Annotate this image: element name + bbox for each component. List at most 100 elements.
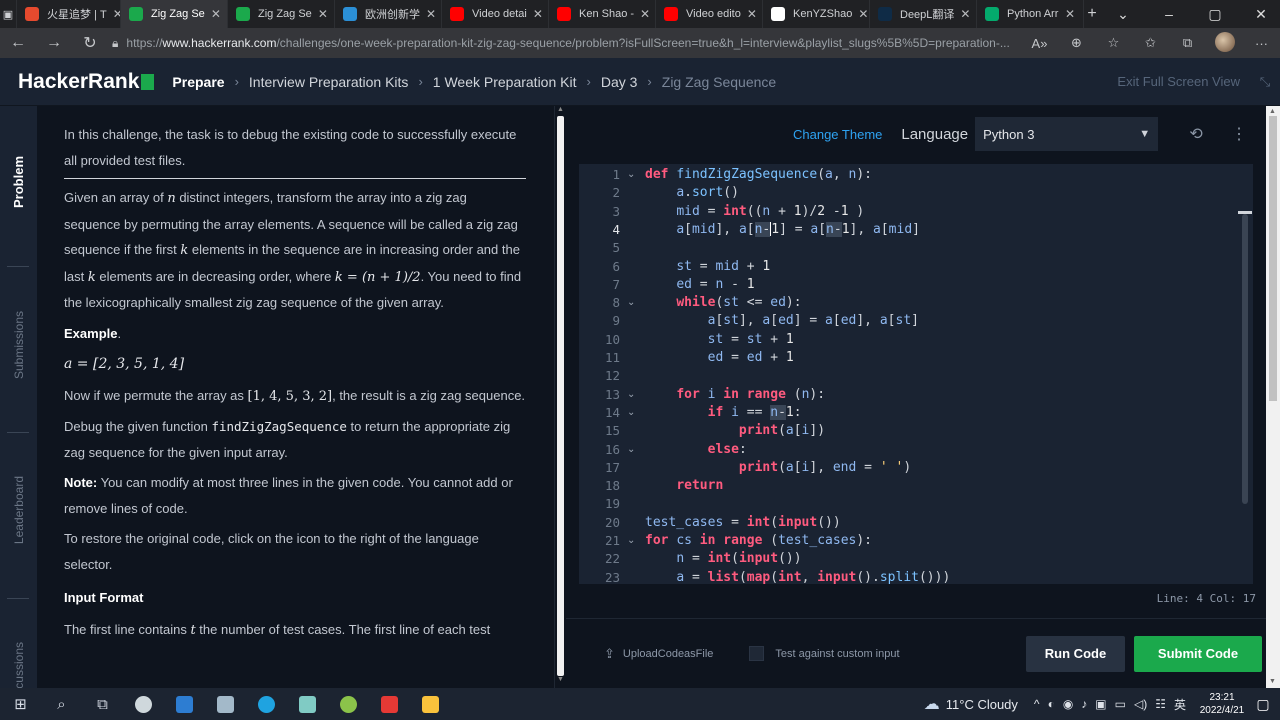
favorites-icon[interactable]: ✩ — [1132, 35, 1169, 51]
ime-indicator[interactable]: 英 — [1174, 696, 1186, 713]
more-menu-icon[interactable]: ··· — [1243, 36, 1280, 51]
browser-tab[interactable]: DeepL翻译 ✕ — [870, 0, 977, 28]
browser-tab[interactable]: 欧洲创新学 ✕ — [335, 0, 442, 28]
zoom-icon[interactable]: ⊕ — [1058, 35, 1095, 51]
refresh-button[interactable]: ↻ — [72, 33, 108, 53]
alien-app-icon[interactable] — [123, 688, 164, 720]
browser-tab[interactable]: Zig Zag Se ✕ — [228, 0, 335, 28]
hackerrank-logo[interactable]: HackerRank — [18, 70, 155, 94]
language-select[interactable]: Python 3 ▼ — [975, 117, 1159, 151]
close-tab-icon[interactable]: ✕ — [741, 7, 757, 21]
minimize-button[interactable]: – — [1146, 6, 1192, 23]
page-scrollbar[interactable]: ▲ ▼ — [1266, 106, 1280, 688]
tray-icon[interactable]: ◉ — [1063, 697, 1073, 711]
scroll-up-icon[interactable]: ▲ — [557, 106, 564, 113]
browser-tab[interactable]: KenYZShao ✕ — [763, 0, 870, 28]
fold-chevron-icon[interactable]: ⌄ — [627, 386, 637, 404]
browser-tab[interactable]: Zig Zag Se ✕ — [121, 0, 228, 28]
clock-date: 2022/4/21 — [1199, 705, 1245, 716]
problem-scrollbar[interactable]: ▲ ▼ — [554, 106, 566, 688]
fold-chevron-icon[interactable]: ⌄ — [627, 404, 637, 422]
browser-tab[interactable]: 火星追梦 | T✕ — [17, 0, 121, 28]
close-tab-icon[interactable]: ✕ — [420, 7, 436, 21]
scroll-down-icon[interactable]: ▼ — [557, 676, 564, 683]
close-tab-icon[interactable]: ✕ — [312, 7, 328, 21]
change-theme-link[interactable]: Change Theme — [793, 127, 882, 142]
app-icon[interactable] — [287, 688, 328, 720]
close-tab-icon[interactable]: ✕ — [852, 7, 868, 21]
tab-leaderboard[interactable]: Leaderboard — [0, 476, 37, 544]
maximize-button[interactable]: ▢ — [1192, 6, 1238, 23]
read-aloud-icon[interactable]: A» — [1021, 36, 1058, 51]
fold-chevron-icon[interactable]: ⌄ — [627, 532, 637, 550]
search-icon[interactable]: ⌕ — [41, 688, 82, 720]
scroll-up-icon[interactable]: ▲ — [1269, 108, 1276, 115]
edge-browser-icon[interactable] — [246, 688, 287, 720]
browser-tab[interactable]: Python Arr ✕ — [977, 0, 1084, 28]
forward-button[interactable]: → — [36, 34, 72, 52]
submit-code-button[interactable]: Submit Code — [1134, 635, 1262, 672]
back-button[interactable]: ← — [0, 34, 36, 52]
fold-chevron-icon[interactable]: ⌄ — [627, 294, 637, 312]
microphone-icon[interactable]: ♪ — [1081, 697, 1087, 711]
restore-code-icon[interactable]: ⟲ — [1178, 124, 1214, 144]
collections-icon[interactable]: ⧉ — [1169, 35, 1206, 51]
network-icon[interactable]: ☷ — [1155, 697, 1166, 711]
more-options-icon[interactable]: ⋮ — [1224, 124, 1254, 144]
fold-chevron-icon[interactable]: ⌄ — [627, 441, 637, 459]
collapse-icon[interactable]: ⤡ — [1250, 74, 1280, 90]
volume-icon[interactable]: ◁) — [1134, 697, 1147, 711]
close-tab-icon[interactable]: ✕ — [1059, 7, 1075, 21]
tab-discussions[interactable]: Discussions — [0, 642, 37, 688]
new-tab-button[interactable]: + — [1084, 0, 1100, 28]
upload-code-button[interactable]: ⇪ UploadCodeasFile — [604, 646, 713, 662]
code-editor[interactable]: 1 ⌄ 2 3 4 5 6 7 8 ⌄ 9 10 11 12 13 ⌄ 14 ⌄ 15 16 ⌄ 17 18 19 20 21 ⌄ 2… — [579, 164, 1253, 584]
scrollbar-thumb[interactable] — [1269, 116, 1277, 401]
exit-fullscreen-link[interactable]: Exit Full Screen View — [1117, 74, 1240, 89]
close-tab-icon[interactable]: ✕ — [954, 7, 970, 21]
scroll-down-icon[interactable]: ▼ — [1269, 678, 1276, 685]
add-favorite-icon[interactable]: ☆ — [1095, 35, 1132, 51]
custom-input-label[interactable]: Test against custom input — [775, 648, 899, 660]
editor-scrollbar[interactable] — [1238, 174, 1252, 504]
code-line-1: def findZigZagSequence(a, n): — [645, 167, 872, 182]
chevron-up-icon[interactable]: ^ — [1034, 697, 1040, 711]
app-icon[interactable] — [369, 688, 410, 720]
tab-submissions[interactable]: Submissions — [0, 311, 37, 379]
scrollbar-thumb[interactable] — [1242, 214, 1248, 504]
breadcrumb-prepare[interactable]: Prepare — [172, 74, 224, 90]
run-code-button[interactable]: Run Code — [1026, 635, 1125, 672]
app-icon[interactable] — [328, 688, 369, 720]
chevron-down-icon[interactable]: ⌄ — [1100, 6, 1146, 23]
weather-widget[interactable]: ☁ 11°C Cloudy — [924, 694, 1018, 714]
tab-actions-button[interactable]: ▣ — [0, 0, 17, 28]
fold-chevron-icon[interactable]: ⌄ — [627, 166, 637, 184]
clock[interactable]: 23:21 2022/4/21 — [1198, 691, 1246, 717]
close-window-button[interactable]: ✕ — [1238, 6, 1280, 23]
tab-problem[interactable]: Problem — [0, 156, 37, 208]
breadcrumb-week-kit[interactable]: 1 Week Preparation Kit — [433, 74, 577, 90]
windows-start-icon[interactable]: ⊞ — [0, 688, 41, 720]
url-field[interactable]: 🔒︎ https://www.hackerrank.com/challenges… — [112, 32, 1011, 54]
tray-icon[interactable]: ◐ — [1048, 697, 1055, 711]
close-tab-icon[interactable]: ✕ — [107, 7, 120, 21]
code-content[interactable]: def findZigZagSequence(a, n): a.sort() m… — [645, 164, 1245, 584]
app-icon[interactable] — [164, 688, 205, 720]
close-tab-icon[interactable]: ✕ — [634, 7, 650, 21]
browser-tab[interactable]: Video edito ✕ — [656, 0, 763, 28]
scrollbar-thumb[interactable] — [557, 116, 564, 676]
breadcrumb-day[interactable]: Day 3 — [601, 74, 638, 90]
browser-tab[interactable]: Video detai ✕ — [442, 0, 549, 28]
battery-icon[interactable]: ▭ — [1115, 697, 1126, 711]
profile-avatar[interactable] — [1206, 31, 1243, 55]
tray-icon[interactable]: ▣ — [1095, 697, 1106, 711]
browser-tab[interactable]: Ken Shao - ✕ — [549, 0, 656, 28]
task-view-icon[interactable]: ⧉ — [82, 688, 123, 720]
app-icon[interactable] — [205, 688, 246, 720]
notification-icon[interactable]: ▢ — [1246, 696, 1280, 713]
file-explorer-icon[interactable] — [410, 688, 451, 720]
close-tab-icon[interactable]: ✕ — [527, 7, 543, 21]
custom-input-checkbox[interactable] — [749, 646, 765, 661]
close-tab-icon[interactable]: ✕ — [205, 7, 221, 21]
breadcrumb-interview-kits[interactable]: Interview Preparation Kits — [249, 74, 409, 90]
